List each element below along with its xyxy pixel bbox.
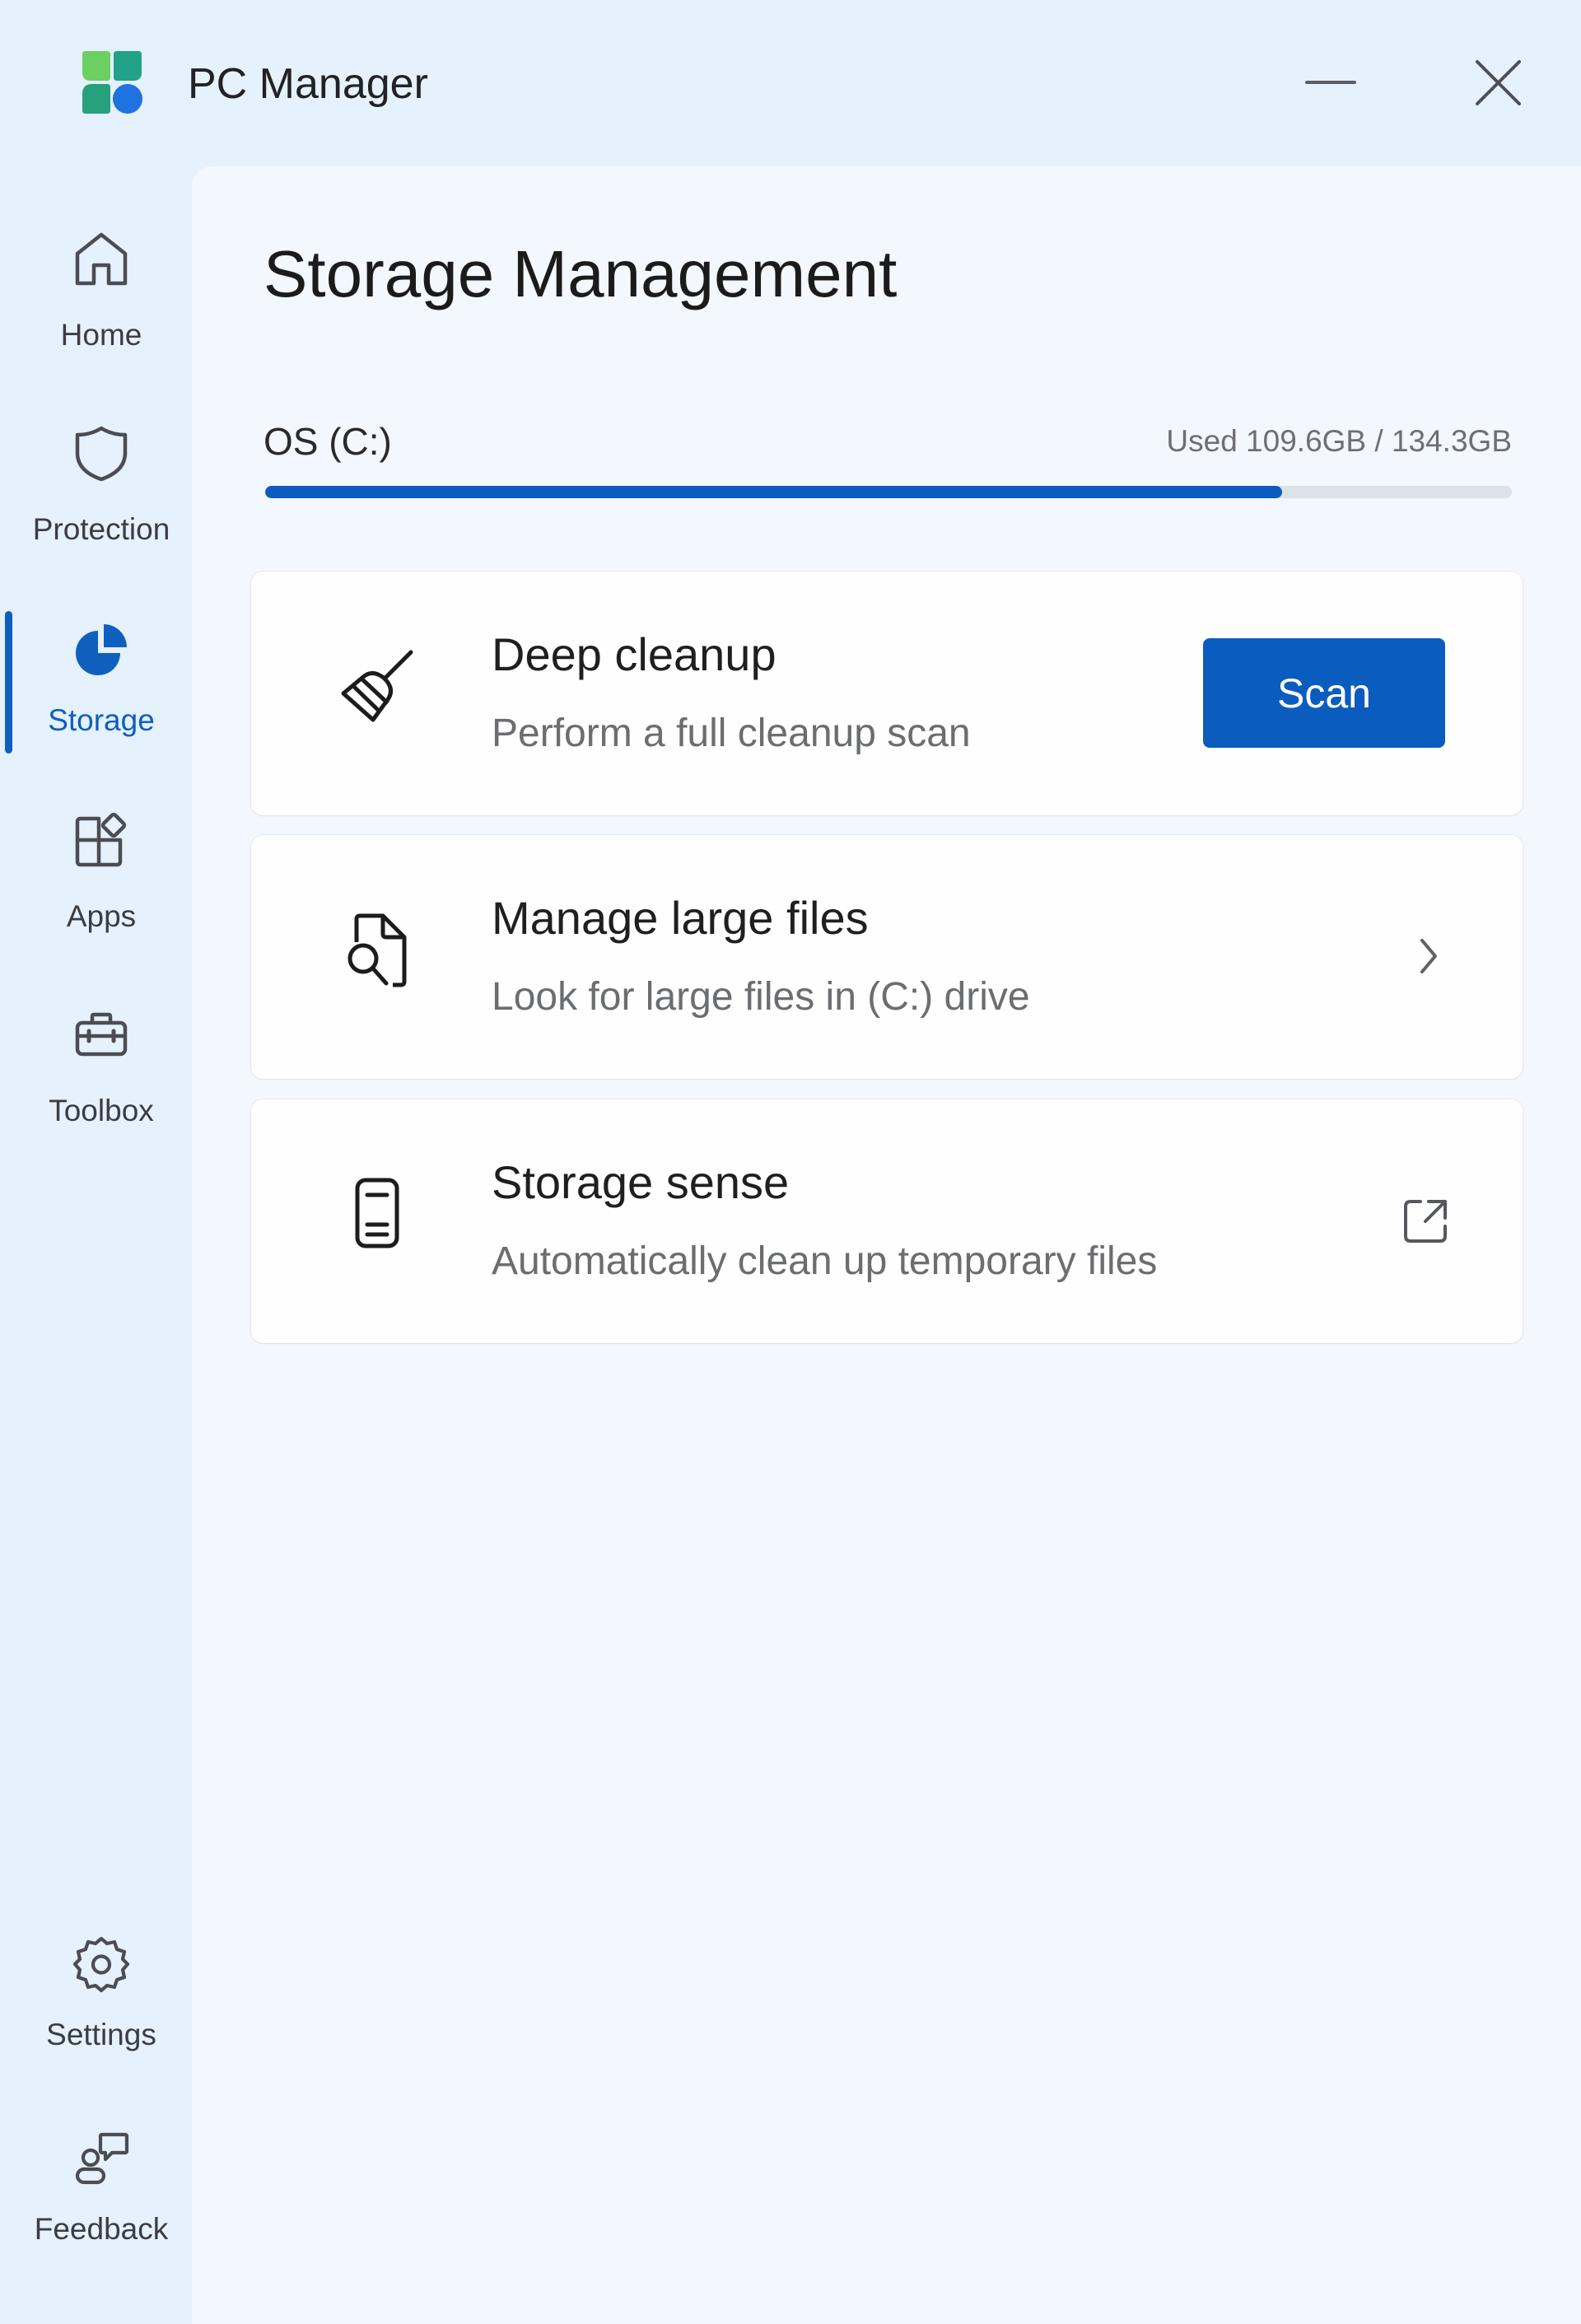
- storage-usage-fill: [265, 486, 1283, 498]
- sidebar-item-label: Protection: [32, 512, 170, 546]
- card-title: Deep cleanup: [492, 628, 777, 680]
- sidebar-item-label: Storage: [48, 703, 155, 737]
- sidebar-item-protection[interactable]: Protection: [0, 410, 191, 575]
- storage-usage-bar: [265, 486, 1512, 498]
- storage-sense-card[interactable]: Storage sense Automatically clean up tem…: [251, 1099, 1523, 1343]
- sidebar-item-storage[interactable]: Storage: [0, 606, 191, 771]
- close-icon: [1476, 60, 1521, 105]
- sidebar-item-feedback[interactable]: Feedback: [0, 2112, 191, 2276]
- sidebar-item-label: Feedback: [34, 2212, 169, 2246]
- page-title: Storage Management: [264, 237, 898, 310]
- minimize-icon: [1305, 81, 1356, 84]
- sidebar-item-toolbox[interactable]: Toolbox: [0, 992, 191, 1156]
- sidebar-item-label: Apps: [66, 899, 137, 933]
- drive-usage-text: Used 109.6GB / 134.3GB: [1166, 424, 1512, 458]
- toolbox-icon: [75, 1012, 128, 1057]
- chevron-right-icon[interactable]: [1415, 936, 1440, 977]
- card-subtitle: Look for large files in (C:) drive: [492, 975, 1030, 1019]
- file-search-icon: [347, 913, 407, 987]
- external-link-icon[interactable]: [1401, 1197, 1450, 1246]
- close-button[interactable]: [1462, 45, 1536, 119]
- drive-label: OS (C:): [264, 420, 392, 463]
- feedback-icon: [75, 2132, 129, 2185]
- gear-icon: [72, 1936, 130, 1993]
- minimize-button[interactable]: [1293, 49, 1367, 115]
- home-icon: [75, 232, 128, 286]
- apps-grid-icon: [75, 812, 127, 867]
- sidebar-item-home[interactable]: Home: [0, 216, 191, 380]
- broom-icon: [341, 650, 413, 722]
- scan-button[interactable]: Scan: [1203, 638, 1445, 748]
- pie-chart-icon: [76, 624, 127, 675]
- sidebar-item-label: Home: [60, 318, 142, 352]
- shield-icon: [75, 426, 128, 482]
- storage-device-icon: [355, 1178, 399, 1248]
- app-logo: [79, 49, 145, 117]
- card-title: Storage sense: [492, 1156, 790, 1208]
- card-title: Manage large files: [492, 892, 869, 944]
- sidebar-item-settings[interactable]: Settings: [0, 1917, 191, 2082]
- sidebar-item-apps[interactable]: Apps: [0, 797, 191, 962]
- app-title: PC Manager: [188, 60, 428, 108]
- sidebar-item-label: Toolbox: [49, 1094, 154, 1127]
- deep-cleanup-card: Deep cleanup Perform a full cleanup scan…: [251, 572, 1523, 815]
- card-subtitle: Automatically clean up temporary files: [492, 1239, 1158, 1283]
- card-subtitle: Perform a full cleanup scan: [492, 712, 971, 755]
- manage-large-files-card[interactable]: Manage large files Look for large files …: [251, 835, 1523, 1079]
- sidebar-item-label: Settings: [46, 2018, 156, 2051]
